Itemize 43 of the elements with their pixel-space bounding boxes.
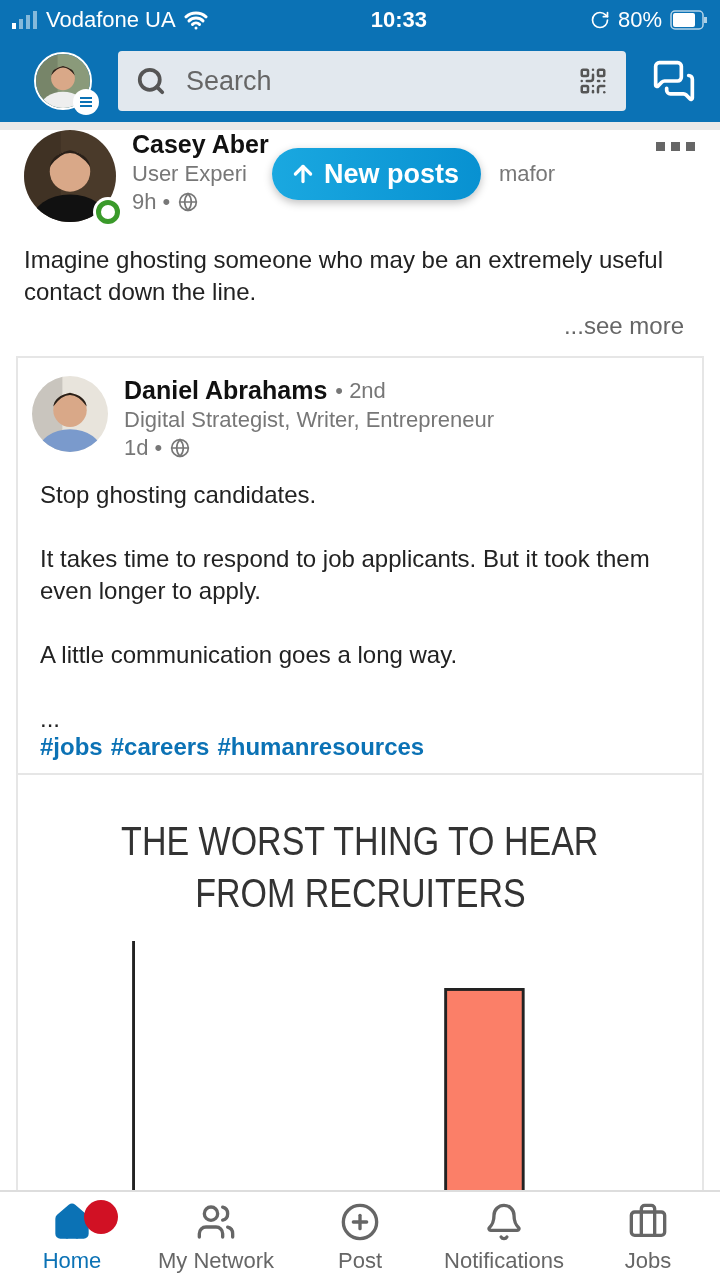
post-text: It takes time to respond to job applicants. But it took them even longer to apply. [39,544,651,606]
new-posts-button[interactable]: New posts [272,148,482,200]
author-headline: mafor [498,161,556,187]
post-text: A little communication goes a long way. [39,640,459,670]
see-more-link[interactable]: ...see more [563,312,684,340]
nav-tab[interactable]: Jobs [576,1192,720,1280]
globe-icon [178,192,199,212]
messaging-icon[interactable] [652,59,696,103]
battery-percent: 80% [617,7,662,33]
connection-degree: • 2nd [335,377,386,404]
more-icon[interactable] [656,142,696,152]
post-text: ... [39,704,61,734]
qr-code-icon[interactable] [578,66,608,96]
search-icon [136,66,166,96]
hashtag-link[interactable]: #humanresources [217,733,425,761]
hashtag-link[interactable]: #careers [110,733,210,761]
nav-tab[interactable]: Home [0,1192,144,1280]
people-icon [196,1202,236,1242]
post-text: Stop ghosting candidates. [39,480,318,510]
author-name: Casey Aber [132,130,269,159]
post-time: 1d • [124,435,163,461]
plus-icon [340,1202,380,1242]
author-headline: User Experi [132,161,247,187]
author-name: Daniel Abrahams [124,376,328,405]
search-bar[interactable]: Search [118,51,626,111]
signal-icon [12,11,38,29]
nav-tab[interactable]: My Network [144,1192,288,1280]
image-title: FROM RECRUITERS [194,870,526,917]
image-title: THE WORST THING TO HEAR [121,818,599,865]
bell-icon [484,1202,524,1242]
post-time: 9h • [132,189,171,215]
hashtag-link[interactable]: #jobs [40,733,103,761]
nav-tab[interactable]: Post [288,1192,432,1280]
author-headline: Digital Strategist, Writer, Entrepreneur [124,407,496,433]
post-text: Imagine ghosting someone who may be an extremely useful contact down the line. [23,245,665,307]
nav-tab[interactable]: Notifications [432,1192,576,1280]
search-input[interactable]: Search [184,64,560,98]
rotation-lock-icon [589,10,610,30]
globe-icon [170,438,191,458]
clock-time: 10:33 [370,7,427,33]
home-icon [52,1202,92,1242]
carrier-name: Vodafone UA [46,7,176,33]
battery-icon [670,10,708,30]
